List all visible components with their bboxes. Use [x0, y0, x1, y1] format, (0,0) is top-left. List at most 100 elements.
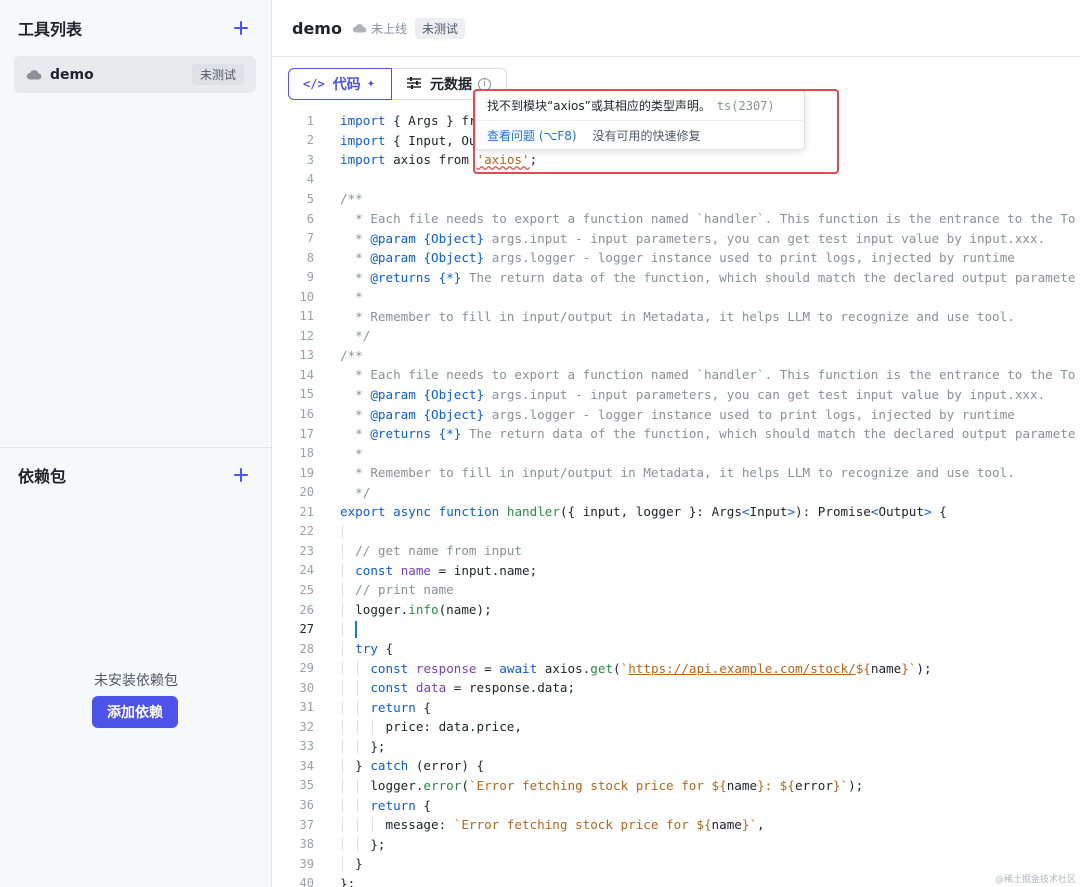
code-line: 37 message: `Error fetching stock price …	[272, 815, 765, 835]
main-header: demo 未上线 未测试	[272, 0, 1080, 57]
tool-item-name: demo	[50, 66, 94, 83]
code-text: * @param {Object} args.logger - logger i…	[340, 406, 1015, 422]
indent-guide	[342, 798, 343, 813]
code-line: 27	[272, 619, 358, 639]
line-number: 17	[299, 426, 314, 441]
code-line: 39 }	[272, 854, 363, 874]
code-line: 4	[272, 170, 314, 190]
line-number: 3	[306, 152, 314, 167]
indent-guide	[342, 837, 343, 852]
line-number: 30	[299, 680, 314, 695]
line-number: 11	[299, 309, 314, 324]
line-number: 28	[299, 641, 314, 656]
code-line: 24 const name = input.name;	[272, 561, 538, 581]
code-text: logger.error(`Error fetching stock price…	[340, 777, 864, 793]
tool-item-demo[interactable]: demo 未测试	[14, 56, 256, 93]
indent-guide	[342, 661, 343, 676]
code-line: 20 */	[272, 482, 371, 502]
code-text: };	[340, 875, 356, 887]
line-number: 20	[299, 485, 314, 500]
add-dep-plus-icon[interactable]	[229, 463, 253, 487]
indent-guide	[342, 524, 343, 539]
indent-guide	[342, 817, 343, 832]
code-text: }	[340, 856, 363, 872]
publish-status: 未上线	[370, 21, 407, 36]
add-tool-plus-icon[interactable]	[229, 16, 253, 40]
code-line: 30 const data = response.data;	[272, 678, 576, 698]
code-line: 40};	[272, 873, 356, 887]
line-number: 8	[306, 250, 314, 265]
deps-header: 依赖包	[18, 463, 253, 487]
code-line: 16 * @param {Object} args.logger - logge…	[272, 404, 1015, 424]
tools-header: 工具列表	[18, 16, 253, 40]
text-cursor	[355, 620, 358, 638]
code-line: 21 export async function handler({ input,…	[272, 502, 947, 522]
code-line: 26 logger.info(name);	[272, 600, 492, 620]
code-line: 34 } catch (error) {	[272, 756, 485, 776]
code-line: 28 try {	[272, 639, 394, 659]
code-text: };	[340, 738, 386, 754]
line-number: 22	[299, 524, 314, 539]
code-text: */	[340, 484, 371, 500]
indent-guide	[342, 563, 343, 578]
code-text: * Remember to fill in input/output in Me…	[340, 308, 1015, 324]
code-text: const response = await axios.get(`https:…	[370, 660, 932, 676]
line-number: 38	[299, 837, 314, 852]
line-number: 12	[299, 328, 314, 343]
line-number: 4	[306, 172, 314, 187]
line-number: 5	[306, 191, 314, 206]
line-number: 18	[299, 446, 314, 461]
indent-guide	[357, 778, 359, 793]
code-line: 36 return {	[272, 795, 431, 815]
line-number: 14	[299, 367, 314, 382]
indent-guide	[357, 739, 359, 754]
line-number: 1	[306, 113, 314, 128]
code-text: * @returns {*} The return data of the fu…	[340, 426, 1076, 442]
line-number: 32	[299, 719, 314, 734]
indent-guide	[342, 544, 343, 559]
code-line: 8 * @param {Object} args.logger - logger…	[272, 248, 1015, 268]
line-number: 2	[306, 133, 314, 148]
popup-actions: 查看问题 (⌥F8) 没有可用的快速修复	[487, 127, 701, 144]
indent-guide	[357, 700, 359, 715]
code-line: 7 * @param {Object} args.input - input p…	[272, 228, 1045, 248]
tool-status-badge: 未测试	[191, 64, 244, 85]
line-number: 25	[299, 582, 314, 597]
indent-guide	[342, 856, 343, 871]
line-number: 40	[299, 876, 314, 887]
code-text: const data = response.data;	[370, 680, 576, 696]
add-dependency-button[interactable]: 添加依赖	[92, 696, 178, 728]
code-editor[interactable]: 1 import { Args } fr 2 import { Input, Ou 3 i…	[272, 110, 1080, 887]
code-line: 13 /**	[272, 346, 363, 366]
code-text: price: data.price,	[340, 719, 522, 735]
error-hover-popup: 找不到模块“axios”或其相应的类型声明。 ts(2307) 查看问题 (⌥F8…	[475, 90, 805, 150]
indent-guide	[342, 622, 343, 637]
code-line: 5 /**	[272, 189, 363, 209]
code-text: import { Input, Ou	[340, 132, 477, 148]
line-number: 29	[299, 661, 314, 676]
sidebar: 工具列表 demo 未测试 依赖包 未安装依赖包 添加依赖	[0, 0, 272, 887]
code-text: };	[340, 836, 386, 852]
line-number: 39	[299, 856, 314, 871]
code-text: } catch (error) {	[340, 758, 485, 774]
popup-divider	[476, 120, 804, 121]
indent-guide	[342, 759, 343, 774]
view-problem-link[interactable]: 查看问题 (⌥F8)	[487, 127, 577, 144]
info-icon[interactable]: i	[478, 77, 491, 91]
code-line: 35 logger.error(`Error fetching stock pr…	[272, 776, 864, 796]
code-line: 31 return {	[272, 698, 431, 718]
indent-guide	[357, 798, 359, 813]
indent-guide	[357, 817, 359, 832]
code-text: try {	[355, 641, 394, 657]
line-number: 37	[299, 817, 314, 832]
indent-guide	[342, 720, 343, 735]
test-status-badge: 未测试	[414, 17, 465, 39]
code-icon: </>	[303, 77, 325, 91]
line-number: 13	[299, 348, 314, 363]
code-line: 38 };	[272, 834, 386, 854]
code-line: 10 *	[272, 287, 363, 307]
indent-guide	[372, 817, 374, 832]
code-text: * @returns {*} The return data of the fu…	[340, 269, 1076, 285]
tab-code[interactable]: </> 代码 ✦	[288, 68, 392, 100]
line-number: 10	[299, 289, 314, 304]
